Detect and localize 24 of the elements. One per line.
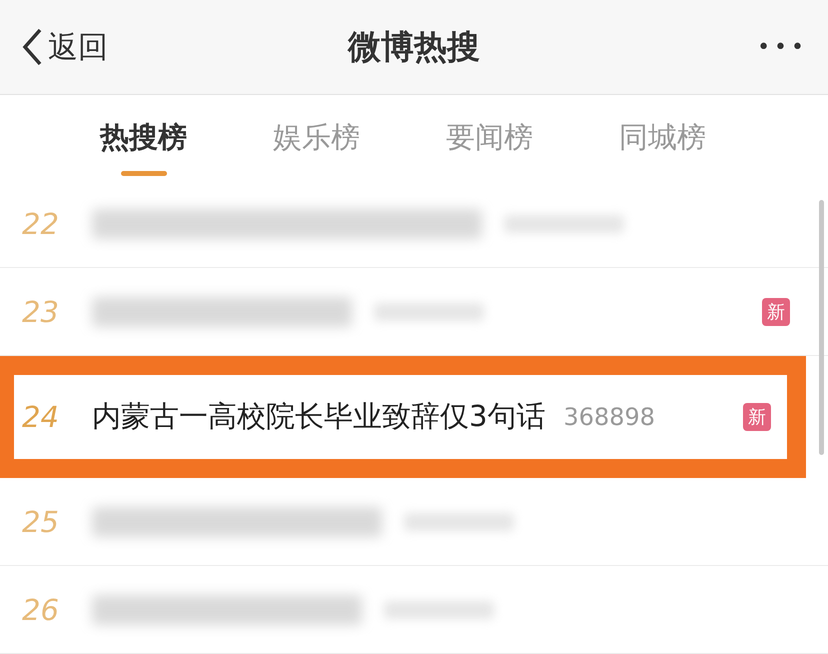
page-title: 微博热搜 (346, 26, 481, 68)
topic-title: 内蒙古一高校院长毕业致辞仅3句话 (92, 398, 546, 435)
back-icon (20, 27, 44, 67)
hot-search-row[interactable]: 24 内蒙古一高校院长毕业致辞仅3句话 368898 新 (14, 375, 787, 459)
hot-search-row[interactable]: 23 新 (0, 268, 828, 356)
hot-search-row[interactable]: 22 (0, 180, 828, 268)
back-button[interactable]: 返回 (20, 26, 220, 68)
new-badge: 新 (743, 403, 771, 431)
hot-search-row[interactable]: 26 (0, 566, 828, 654)
new-badge: 新 (762, 298, 790, 326)
tab[interactable]: 要闻榜 (446, 108, 533, 168)
tab[interactable]: 同城榜 (619, 108, 706, 168)
hot-search-row[interactable]: 25 (0, 478, 828, 566)
tab[interactable]: 娱乐榜 (273, 108, 360, 168)
tab[interactable]: 热搜榜 (100, 108, 187, 168)
rank-number: 26 (22, 592, 60, 626)
rank-number: 22 (22, 206, 60, 240)
more-button[interactable]: ••• (608, 34, 808, 60)
back-label: 返回 (48, 28, 108, 66)
heat-count: 368898 (563, 403, 656, 431)
tab-underline (120, 170, 166, 176)
rank-number: 24 (22, 400, 60, 434)
rank-number: 23 (22, 294, 60, 328)
rank-number: 25 (22, 504, 60, 538)
